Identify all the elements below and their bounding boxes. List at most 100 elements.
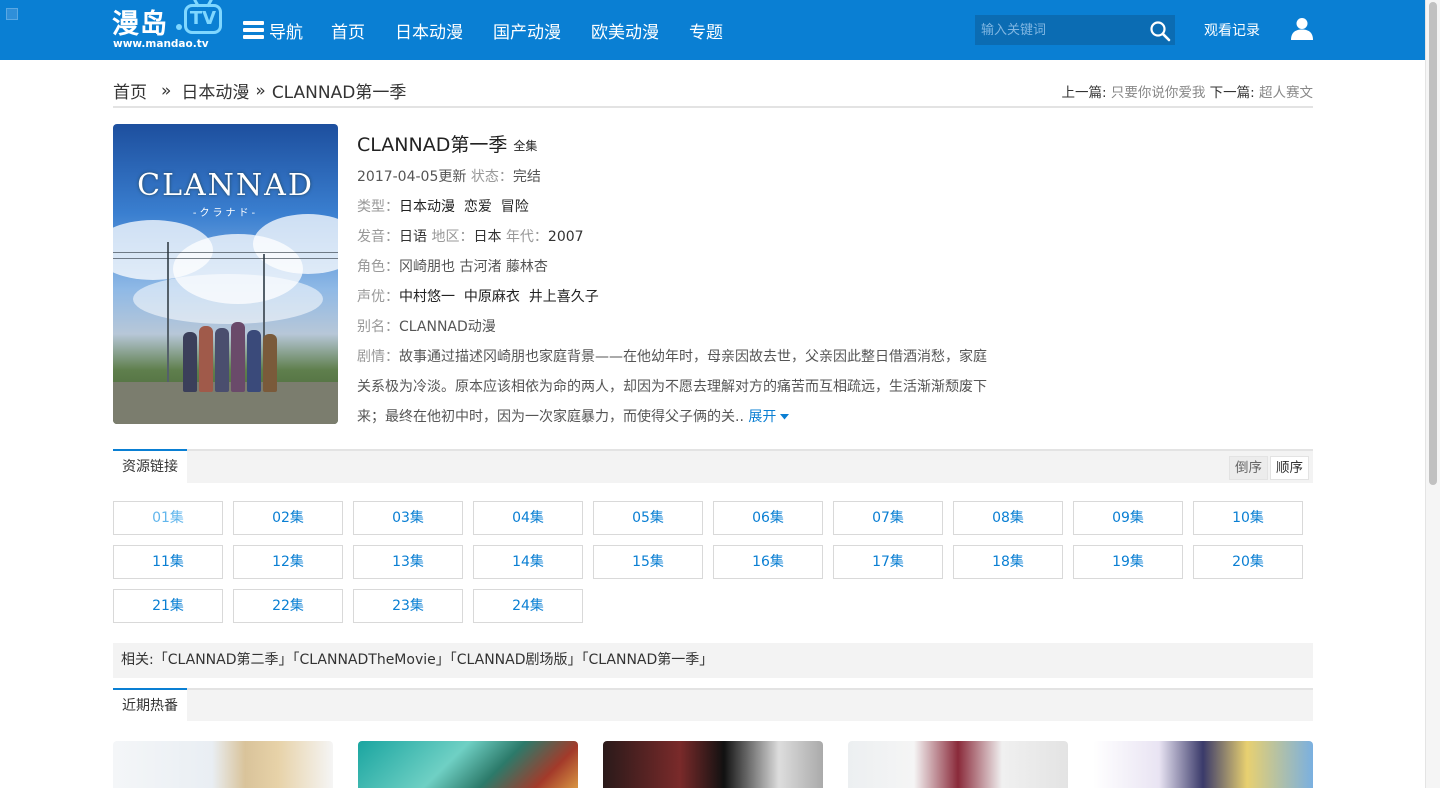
search-input[interactable]: [975, 15, 1145, 45]
alias-value: CLANNAD动漫: [399, 319, 496, 335]
episode-button[interactable]: 24集: [473, 589, 583, 623]
hamburger-icon: [243, 20, 264, 40]
breadcrumb-separator: »: [255, 80, 266, 101]
top-navbar: 漫岛 TV www.mandao.tv 导航 首页 日本动漫 国产动漫 欧美动漫…: [0, 0, 1425, 60]
nav-link-japanese-anime[interactable]: 日本动漫: [395, 18, 463, 43]
sort-desc-button[interactable]: 倒序: [1229, 456, 1268, 480]
related-links[interactable]: 相关:「CLANNAD第二季」「CLANNADTheMovie」「CLANNAD…: [113, 643, 1313, 678]
type-values[interactable]: 日本动漫 恋爱 冒险: [399, 199, 529, 215]
episode-button[interactable]: 14集: [473, 545, 583, 579]
recent-anime-thumbnail[interactable]: [358, 741, 578, 788]
episode-button[interactable]: 05集: [593, 501, 703, 535]
breadcrumb-current: CLANNAD第一季: [271, 83, 407, 103]
episode-button[interactable]: 10集: [1193, 501, 1303, 535]
episode-button[interactable]: 18集: [953, 545, 1063, 579]
prev-label: 上一篇:: [1061, 85, 1107, 101]
caret-down-icon: [780, 414, 790, 420]
lang-value: 日语: [399, 229, 427, 245]
expand-label: 展开: [748, 409, 777, 425]
nav-link-chinese-anime[interactable]: 国产动漫: [493, 18, 561, 43]
year-label: 年代：: [505, 229, 548, 245]
main-nav: 导航 首页 日本动漫 国产动漫 欧美动漫 专题: [243, 0, 753, 60]
cv-row: 声优：中村悠一 中原麻衣 井上喜久子: [357, 286, 599, 306]
episode-button[interactable]: 19集: [1073, 545, 1183, 579]
episode-button[interactable]: 23集: [353, 589, 463, 623]
episode-button[interactable]: 13集: [353, 545, 463, 579]
episode-button[interactable]: 07集: [833, 501, 943, 535]
episode-button[interactable]: 01集: [113, 501, 223, 535]
site-logo[interactable]: 漫岛 TV www.mandao.tv: [112, 2, 222, 56]
lang-region-year-row: 发音：日语 地区：日本 年代：2007: [357, 226, 584, 246]
poster-title: CLANNAD: [137, 168, 314, 203]
next-link[interactable]: 超人赛文: [1259, 85, 1313, 101]
episode-button[interactable]: 06集: [713, 501, 823, 535]
nav-link-topics[interactable]: 专题: [689, 18, 723, 43]
roles-label: 角色：: [357, 259, 399, 275]
episode-button[interactable]: 16集: [713, 545, 823, 579]
breadcrumb-category[interactable]: 日本动漫: [181, 78, 249, 103]
alias-label: 别名：: [357, 319, 399, 335]
breadcrumb: 首页 » 日本动漫 » CLANNAD第一季: [113, 78, 407, 104]
nav-menu-button[interactable]: 导航: [243, 18, 303, 43]
breadcrumb-separator: »: [161, 80, 172, 101]
prev-link[interactable]: 只要你说你爱我: [1111, 85, 1206, 101]
year-value: 2007: [547, 229, 584, 245]
recent-anime-thumbnail[interactable]: [603, 741, 823, 788]
corner-square-icon: [6, 8, 18, 20]
completion-badge: 全集: [513, 139, 538, 153]
poster-subtitle: -クラナド-: [192, 208, 259, 219]
next-label: 下一篇:: [1209, 85, 1255, 101]
nav-link-home[interactable]: 首页: [331, 18, 365, 43]
recent-anime-thumbnail[interactable]: [113, 741, 333, 788]
plot-row: 剧情：故事通过描述冈崎朋也家庭背景——在他幼年时，母亲因故去世，父亲因此整日借酒…: [357, 342, 997, 432]
tab-recent-anime[interactable]: 近期热番: [113, 688, 187, 722]
watch-history-link[interactable]: 观看记录: [1204, 20, 1260, 40]
episode-button[interactable]: 17集: [833, 545, 943, 579]
episode-button[interactable]: 12集: [233, 545, 343, 579]
search-box: [975, 15, 1175, 45]
status-label: 状态：: [470, 169, 513, 185]
recent-anime-thumbnail[interactable]: [848, 741, 1068, 788]
logo-text: 漫岛: [112, 9, 168, 40]
episode-button[interactable]: 21集: [113, 589, 223, 623]
tab-resources[interactable]: 资源链接: [113, 449, 187, 483]
prev-next-links: 上一篇: 只要你说你爱我 下一篇: 超人赛文: [1061, 81, 1313, 101]
nav-link-western-anime[interactable]: 欧美动漫: [591, 18, 659, 43]
logo-tv-icon: TV: [184, 4, 222, 34]
episode-button[interactable]: 08集: [953, 501, 1063, 535]
episode-button[interactable]: 20集: [1193, 545, 1303, 579]
alias-row: 别名：CLANNAD动漫: [357, 316, 496, 336]
cv-value: 中村悠一 中原麻衣 井上喜久子: [399, 289, 599, 305]
scrollbar-thumb[interactable]: [1429, 2, 1437, 485]
sort-asc-button[interactable]: 顺序: [1270, 456, 1309, 480]
lang-label: 发音：: [357, 229, 399, 245]
episode-button[interactable]: 22集: [233, 589, 343, 623]
episode-button[interactable]: 09集: [1073, 501, 1183, 535]
search-icon[interactable]: [1149, 20, 1171, 42]
plot-text: 故事通过描述冈崎朋也家庭背景——在他幼年时，母亲因故去世，父亲因此整日借酒消愁，…: [357, 349, 987, 425]
anime-title-row: CLANNAD第一季 全集: [357, 130, 537, 157]
user-icon[interactable]: [1290, 16, 1314, 40]
anime-title: CLANNAD第一季: [357, 134, 508, 156]
resources-tabbar: 资源链接 倒序 顺序: [113, 449, 1313, 483]
episode-button[interactable]: 03集: [353, 501, 463, 535]
roles-row: 角色：冈崎朋也 古河渚 藤林杏: [357, 256, 548, 276]
episode-button[interactable]: 02集: [233, 501, 343, 535]
region-label: 地区：: [431, 229, 474, 245]
breadcrumb-home[interactable]: 首页: [113, 78, 147, 103]
region-value: 日本: [473, 229, 502, 245]
plot-label: 剧情：: [357, 349, 399, 365]
update-date: 2017-04-05更新: [357, 169, 467, 185]
logo-dot-icon: [176, 24, 182, 30]
logo-url: www.mandao.tv: [113, 38, 209, 50]
breadcrumb-row: 首页 » 日本动漫 » CLANNAD第一季 上一篇: 只要你说你爱我 下一篇:…: [113, 76, 1313, 108]
expand-plot-link[interactable]: 展开: [748, 409, 790, 425]
status-value: 完结: [512, 169, 541, 185]
anime-poster: CLANNAD -クラナド-: [113, 124, 338, 424]
episode-button[interactable]: 11集: [113, 545, 223, 579]
recent-tabbar: 近期热番: [113, 688, 1313, 722]
recent-anime-thumbnail[interactable]: [1093, 741, 1313, 788]
episode-button[interactable]: 04集: [473, 501, 583, 535]
episode-button[interactable]: 15集: [593, 545, 703, 579]
page-scrollbar[interactable]: [1425, 0, 1440, 788]
